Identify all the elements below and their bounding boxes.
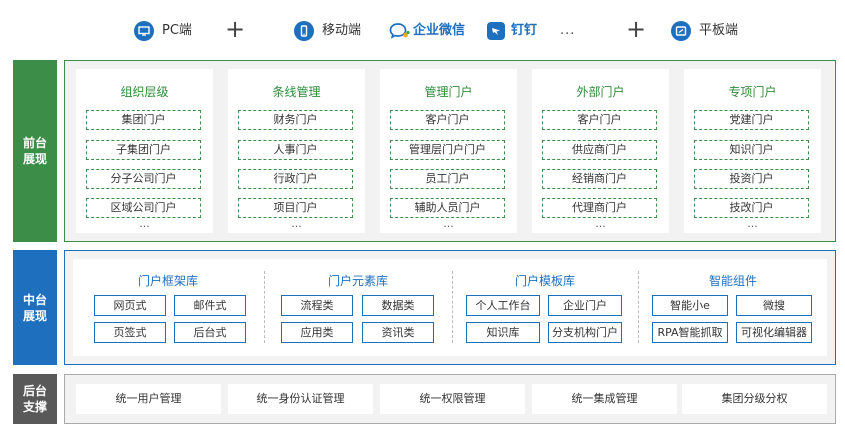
front-item: 客户门户 (542, 110, 657, 130)
middle-group-title: 智能组件 (708, 274, 757, 288)
front-item: 党建门户 (694, 110, 809, 130)
middle-item: 数据类 (362, 295, 434, 316)
front-column-title: 外部门户 (576, 85, 625, 99)
front-item: 辅助人员门户 (390, 198, 505, 218)
back-item: 统一权限管理 (380, 384, 525, 414)
middle-item: 应用类 (281, 322, 353, 343)
front-item: 人事门户 (238, 140, 353, 160)
channel-label: 移动端 (322, 23, 362, 38)
middle-group: 门户模板库 个人工作台 企业门户 知识库 分支机构门户 (453, 259, 637, 356)
monitor-icon (134, 21, 154, 41)
back-panel: 统一用户管理 统一身份认证管理 统一权限管理 统一集成管理 集团分级分权 (64, 374, 836, 424)
channel-wecom: 企业微信 (389, 19, 465, 43)
tier-front-label: 前台 展现 (13, 60, 57, 242)
front-column: 管理门户 客户门户 管理层门户门户 员工门户 辅助人员门户 ... (380, 69, 517, 233)
channel-tablet: 平板端 (671, 19, 738, 43)
back-item: 统一用户管理 (76, 384, 221, 414)
front-item: 子集团门户 (86, 140, 201, 160)
dingtalk-icon (487, 22, 505, 40)
mobile-phone-icon (294, 21, 314, 41)
middle-group: 门户框架库 网页式 邮件式 页签式 后台式 (73, 259, 263, 356)
middle-item: 企业门户 (548, 295, 622, 316)
middle-group: 智能组件 智能小e 微搜 RPA智能抓取 可视化编辑器 (639, 259, 827, 356)
front-item: 分子公司门户 (86, 169, 201, 189)
front-item: 供应商门户 (542, 140, 657, 160)
tier-back-label: 后台 支撑 (13, 374, 57, 424)
tablet-icon (671, 21, 691, 41)
front-item: 项目门户 (238, 198, 353, 218)
front-column-title: 条线管理 (272, 85, 321, 99)
channel-mobile: 移动端 (294, 19, 361, 43)
front-item: 客户门户 (390, 110, 505, 130)
middle-item: 可视化编辑器 (736, 322, 812, 343)
middle-item: RPA智能抓取 (652, 322, 728, 343)
front-more: ... (139, 217, 150, 230)
front-item: 知识门户 (694, 140, 809, 160)
channel-dingtalk: 钉钉 (487, 19, 537, 43)
middle-item: 分支机构门户 (548, 322, 622, 343)
middle-item: 资讯类 (362, 322, 434, 343)
front-item: 集团门户 (86, 110, 201, 130)
middle-inner: 门户框架库 网页式 邮件式 页签式 后台式 门户元素库 流程类 数据类 应用类 … (73, 259, 827, 356)
front-column: 组织层级 集团门户 子集团门户 分子公司门户 区域公司门户 ... (76, 69, 213, 233)
front-more: ... (595, 217, 606, 230)
channel-pc: PC端 (134, 19, 192, 43)
middle-item: 流程类 (281, 295, 353, 316)
back-item: 统一身份认证管理 (228, 384, 373, 414)
middle-panel: 门户框架库 网页式 邮件式 页签式 后台式 门户元素库 流程类 数据类 应用类 … (64, 250, 836, 365)
middle-group-title: 门户框架库 (137, 274, 198, 288)
middle-item: 个人工作台 (466, 295, 540, 316)
channel-label: 平板端 (699, 23, 739, 38)
middle-item: 页签式 (94, 322, 166, 343)
plus-icon: + (225, 15, 246, 43)
front-more: ... (747, 217, 758, 230)
middle-group-title: 门户模板库 (514, 274, 575, 288)
wecom-icon (389, 21, 411, 41)
middle-item: 微搜 (736, 295, 812, 316)
front-item: 代理商门户 (542, 198, 657, 218)
channel-bar: PC端 + 移动端 企业微信 钉钉 ... + 平板端 (0, 0, 845, 58)
front-column: 专项门户 党建门户 知识门户 投资门户 技改门户 ... (684, 69, 821, 233)
front-more: ... (291, 217, 302, 230)
front-panel: 组织层级 集团门户 子集团门户 分子公司门户 区域公司门户 ... 条线管理 财… (64, 60, 836, 242)
back-item: 集团分级分权 (682, 384, 827, 414)
channel-label: 企业微信 (413, 23, 466, 38)
middle-item: 邮件式 (174, 295, 246, 316)
front-item: 区域公司门户 (86, 198, 201, 218)
front-column-title: 管理门户 (424, 85, 473, 99)
middle-item: 知识库 (466, 322, 540, 343)
front-item: 经销商门户 (542, 169, 657, 189)
back-item: 统一集成管理 (532, 384, 677, 414)
front-column: 条线管理 财务门户 人事门户 行政门户 项目门户 ... (228, 69, 365, 233)
middle-item: 后台式 (174, 322, 246, 343)
front-item: 财务门户 (238, 110, 353, 130)
front-more: ... (443, 217, 454, 230)
middle-group-title: 门户元素库 (327, 274, 388, 288)
front-item: 投资门户 (694, 169, 809, 189)
front-column: 外部门户 客户门户 供应商门户 经销商门户 代理商门户 ... (532, 69, 669, 233)
front-column-title: 专项门户 (728, 85, 777, 99)
channel-label: 钉钉 (511, 23, 538, 38)
front-item: 员工门户 (390, 169, 505, 189)
middle-group: 门户元素库 流程类 数据类 应用类 资讯类 (265, 259, 451, 356)
plus-icon: + (626, 15, 647, 43)
front-column-title: 组织层级 (120, 85, 169, 99)
middle-item: 网页式 (94, 295, 166, 316)
front-item: 行政门户 (238, 169, 353, 189)
channel-label: PC端 (162, 23, 192, 38)
front-item: 管理层门户门户 (390, 140, 505, 160)
channel-more: ... (560, 23, 576, 38)
front-item: 技改门户 (694, 198, 809, 218)
tier-middle-label: 中台 展现 (13, 250, 57, 365)
middle-item: 智能小e (652, 295, 728, 316)
